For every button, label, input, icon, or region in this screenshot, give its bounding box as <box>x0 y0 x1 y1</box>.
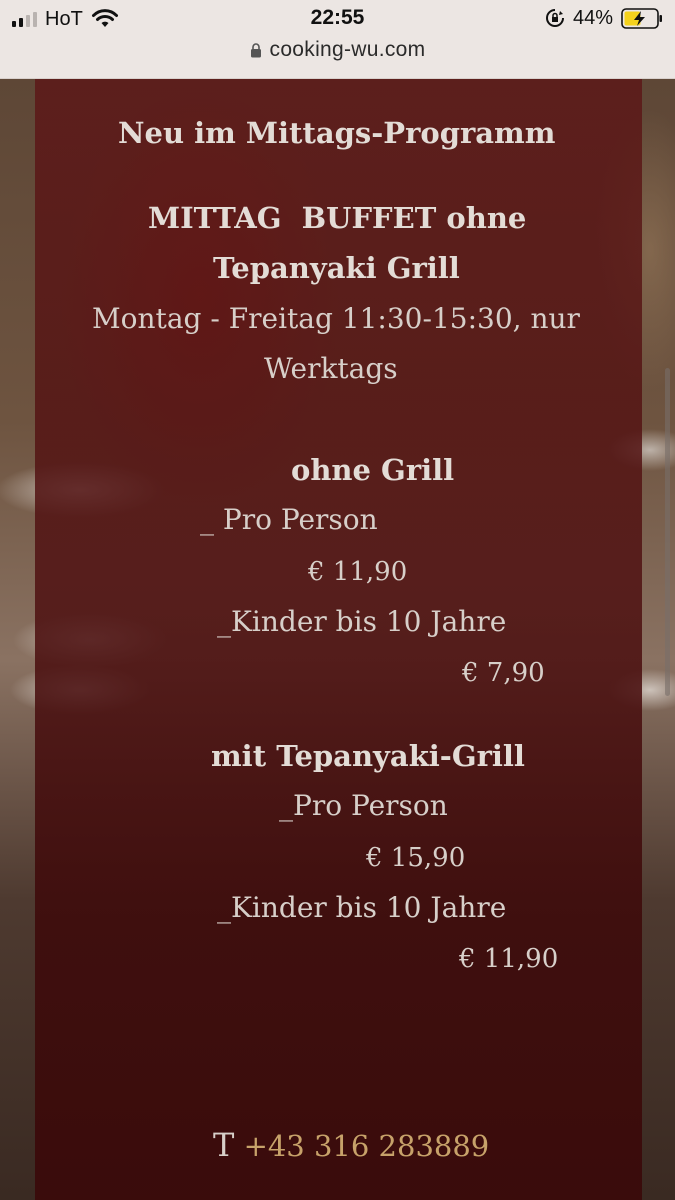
status-right: 44% <box>545 5 663 31</box>
url-text: cooking-wu.com <box>269 38 426 61</box>
battery-charging-icon <box>621 7 662 29</box>
price-label-child: _Kinder bis 10 Jahre <box>217 891 507 924</box>
option-title-with-grill: mit Tepanyaki-Grill <box>211 739 525 773</box>
price-label-child: _Kinder bis 10 Jahre <box>217 605 507 638</box>
option-title-no-grill: ohne Grill <box>291 453 455 487</box>
price-label-adult: _ Pro Person <box>200 503 378 536</box>
section-heading: Neu im Mittags-Programm <box>118 116 556 150</box>
price-value-child: € 11,90 <box>459 944 559 974</box>
content-panel <box>35 78 642 1200</box>
price-label-adult: _Pro Person <box>279 789 448 822</box>
phone-row: T +43 316 283889 <box>213 1126 489 1164</box>
rotation-lock-icon <box>546 9 564 27</box>
opening-hours-line1: Montag - Freitag 11:30-15:30, nur <box>92 302 580 335</box>
battery-percent: 44% <box>572 6 613 29</box>
phone-prefix: T <box>213 1126 235 1164</box>
phone-link[interactable]: +43 316 283889 <box>244 1129 490 1163</box>
opening-hours-line2: Werktags <box>264 352 398 385</box>
lock-icon <box>250 42 261 57</box>
price-value-adult: € 15,90 <box>366 843 466 873</box>
price-value-adult: € 11,90 <box>308 557 408 587</box>
buffet-title-line2: Tepanyaki Grill <box>213 251 460 285</box>
buffet-title-line1: MITTAG BUFFET ohne <box>148 201 527 235</box>
price-value-child: € 7,90 <box>462 658 545 688</box>
status-bar: HoT 22:55 44% cooking-wu.com <box>0 0 675 79</box>
address-bar[interactable]: cooking-wu.com <box>0 38 675 62</box>
scrollbar[interactable] <box>665 368 670 696</box>
